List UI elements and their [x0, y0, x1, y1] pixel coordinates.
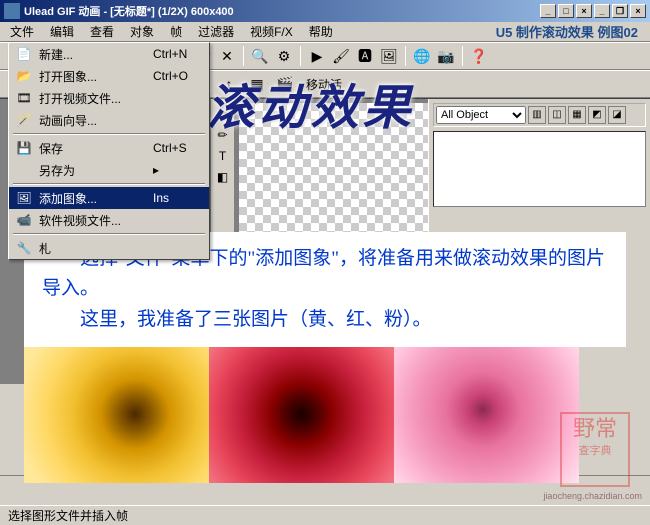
video-icon: 🎞	[15, 90, 33, 106]
ie-icon[interactable]: 🌐	[411, 45, 433, 67]
menu-new-file[interactable]: 📄 新建... Ctrl+N	[9, 43, 209, 65]
menu-frame[interactable]: 帧	[162, 21, 190, 42]
menu-add-image[interactable]: 🖼 添加图象... Ins	[9, 187, 209, 209]
watermark-stamp: 野常 查字典	[560, 412, 630, 487]
tool-icon: 🔧	[15, 240, 33, 256]
menu-anim-wizard[interactable]: 🪄 动画向导...	[9, 109, 209, 131]
menu-file[interactable]: 文件	[2, 21, 42, 42]
open-icon: 📂	[15, 68, 33, 84]
delete-icon[interactable]: ✕	[216, 45, 238, 67]
instruction-line-2: 这里，我准备了三张图片（黄、红、粉）。	[42, 305, 608, 335]
menu-filter[interactable]: 过滤器	[190, 21, 242, 42]
window-title: Ulead GIF 动画 - [无标题*] (1/2X) 600x400	[24, 3, 540, 19]
file-dropdown-menu: 📄 新建... Ctrl+N 📂 打开图象... Ctrl+O 🎞 打开视频文件…	[8, 42, 210, 260]
menu-bar: 文件 编辑 查看 对象 帧 过滤器 视频F/X 帮助 U5 制作滚动效果 例图0…	[0, 22, 650, 42]
brush-icon[interactable]: 🖌	[330, 45, 352, 67]
menu-separator	[13, 233, 205, 235]
tool-icon[interactable]: ⚙	[273, 45, 295, 67]
site-url: jiaocheng.chazidian.com	[543, 491, 642, 501]
preview-icon[interactable]: ▶	[306, 45, 328, 67]
menu-open-video[interactable]: 🎞 打开视频文件...	[9, 87, 209, 109]
menu-view[interactable]: 查看	[82, 21, 122, 42]
menu-separator	[13, 183, 205, 185]
header-caption: U5 制作滚动效果 例图02	[496, 22, 638, 41]
text-tool-icon[interactable]: T	[213, 146, 233, 166]
menu-edit[interactable]: 编辑	[42, 21, 82, 42]
rose-red	[209, 330, 394, 483]
separator-icon	[405, 46, 406, 66]
wizard-icon: 🪄	[15, 112, 33, 128]
zoom-icon[interactable]: 🔍	[249, 45, 271, 67]
new-file-icon: 📄	[15, 46, 33, 62]
help-icon[interactable]: ❓	[468, 45, 490, 67]
fill-tool-icon[interactable]: ◧	[213, 167, 233, 187]
rose-yellow	[24, 330, 209, 483]
menu-object[interactable]: 对象	[122, 21, 162, 42]
menu-separator	[13, 133, 205, 135]
menu-open-image[interactable]: 📂 打开图象... Ctrl+O	[9, 65, 209, 87]
menu-save-as[interactable]: 另存为 ▸	[9, 159, 209, 181]
save-icon: 💾	[15, 140, 33, 156]
separator-icon	[243, 46, 244, 66]
separator-icon	[462, 46, 463, 66]
close-button[interactable]: ×	[576, 4, 592, 18]
title-bar: Ulead GIF 动画 - [无标题*] (1/2X) 600x400 _ □…	[0, 0, 650, 22]
add-image-icon: 🖼	[15, 190, 33, 206]
app-icon	[4, 3, 20, 19]
rose-pink	[394, 330, 579, 483]
menu-more[interactable]: 🔧 札	[9, 237, 209, 259]
camera-icon[interactable]: 📷	[435, 45, 457, 67]
menu-save[interactable]: 💾 保存 Ctrl+S	[9, 137, 209, 159]
child-restore-button[interactable]: ❐	[612, 4, 628, 18]
menu-help[interactable]: 帮助	[301, 21, 341, 42]
software-video-icon: 📹	[15, 212, 33, 228]
image-icon[interactable]: 🖼	[378, 45, 400, 67]
text-icon[interactable]: 🅰	[354, 45, 376, 67]
window-buttons: _ □ × _ ❐ ×	[540, 4, 646, 18]
child-close-button[interactable]: ×	[630, 4, 646, 18]
rose-images	[24, 330, 579, 483]
maximize-button[interactable]: □	[558, 4, 574, 18]
status-text: 选择图形文件并插入帧	[8, 507, 128, 524]
menu-videofx[interactable]: 视频F/X	[242, 21, 301, 42]
objects-list[interactable]	[433, 131, 646, 207]
separator-icon	[300, 46, 301, 66]
minimize-button[interactable]: _	[540, 4, 556, 18]
menu-sw-video[interactable]: 📹 软件视频文件...	[9, 209, 209, 231]
status-bar: 选择图形文件并插入帧	[0, 505, 650, 525]
child-minimize-button[interactable]: _	[594, 4, 610, 18]
